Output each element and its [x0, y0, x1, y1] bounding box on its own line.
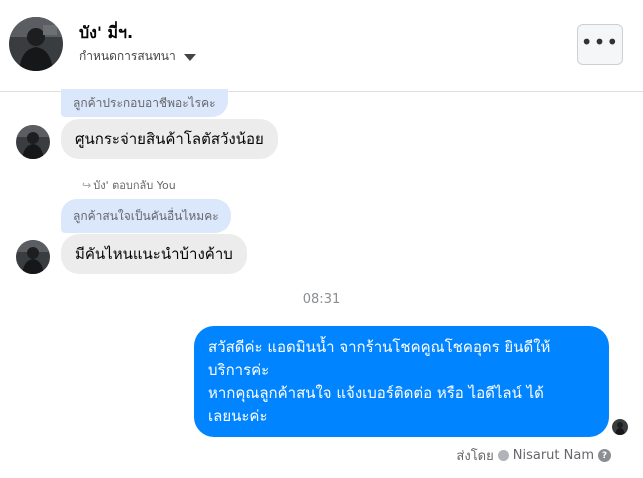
quoted-message: ลูกค้าประกอบอาชีพอะไรคะ [61, 89, 228, 117]
contact-avatar-small[interactable] [16, 240, 50, 274]
replied-note: ↪ บัง' ตอบกลับ You [82, 178, 176, 193]
schedule-conversation-dropdown[interactable]: กำหนดการสนทนา [79, 47, 196, 66]
contact-avatar-small[interactable] [16, 125, 50, 159]
schedule-conversation-label: กำหนดการสนทนา [79, 49, 176, 63]
help-icon[interactable]: ? [598, 449, 611, 462]
more-options-icon: ••• [580, 29, 620, 54]
caret-down-icon [183, 53, 196, 61]
incoming-message[interactable]: ศูนกระจ่ายสินค้าโลตัสวังน้อย [61, 119, 278, 159]
sender-name[interactable]: Nisarut Nam [513, 448, 594, 463]
outgoing-line: สวัสดีค่ะ แอดมินน้ำ จากร้านโชคคูณโชคอุดร… [208, 338, 551, 356]
sender-status-icon [497, 450, 509, 461]
more-options-button[interactable]: ••• [577, 24, 623, 65]
incoming-message[interactable]: มีคันไหนแนะนำบ้างค้าบ [61, 234, 247, 274]
outgoing-line: บริการค่ะ [208, 361, 270, 379]
quoted-message: ลูกค้าสนใจเป็นคันอื่นไหมคะ [61, 199, 231, 233]
message-timestamp: 08:31 [302, 292, 341, 307]
contact-avatar[interactable] [9, 17, 63, 71]
conversation-header: บัง' มี่ฯ. กำหนดการสนทนา ••• [0, 0, 643, 92]
reply-arrow-icon: ↪ [82, 178, 92, 192]
contact-name[interactable]: บัง' มี่ฯ. [79, 21, 133, 46]
outgoing-line: หากคุณลูกค้าสนใจ แจ้งเบอร์ติดต่อ หรือ ไอ… [208, 384, 544, 402]
seen-avatar [612, 419, 628, 435]
outgoing-line: เลยนะค่ะ [208, 407, 268, 425]
outgoing-message[interactable]: สวัสดีค่ะ แอดมินน้ำ จากร้านโชคคูณโชคอุดร… [194, 326, 609, 437]
sent-by-info: ส่งโดย Nisarut Nam ? [456, 445, 611, 466]
